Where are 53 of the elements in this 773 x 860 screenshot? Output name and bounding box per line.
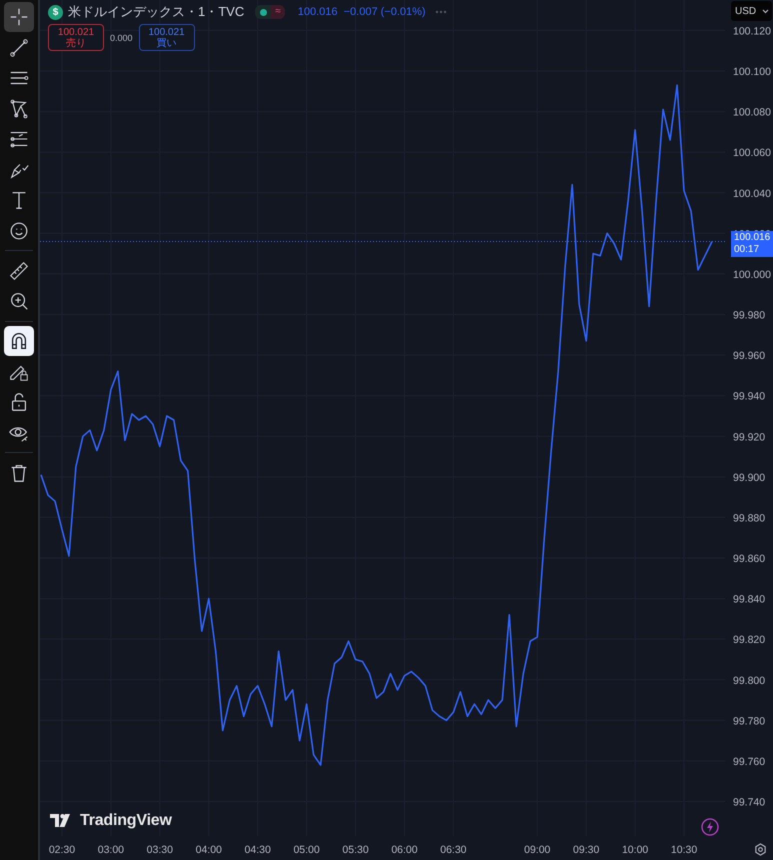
current-price-badge: 100.016 00:17 [731,231,773,258]
time-label: 09:30 [573,844,600,856]
price-label: 99.980 [733,310,766,322]
trend-line-icon [8,36,30,58]
price-label: 99.900 [733,472,766,484]
spread-value: 0.000 [110,32,133,42]
time-label: 03:30 [146,844,173,856]
time-label: 10:30 [670,844,698,856]
price-label: 100.000 [733,268,771,281]
tool-button[interactable] [4,2,34,32]
price-label: 100.100 [733,66,771,78]
delay-badge: ≈ [271,5,285,19]
symbol-badge: $ [48,4,63,20]
time-label: 04:00 [196,844,222,856]
price-label: 99.920 [733,431,766,444]
time-label: 05:30 [342,844,369,856]
buy-button[interactable]: 100.021 買い [138,24,195,51]
symbol-title[interactable]: 米ドルインデックス・1・TVC [68,3,244,21]
zoom-in-icon [8,290,30,312]
price-label: 99.940 [733,390,766,403]
price-label: 99.860 [733,553,766,565]
price-label: 99.800 [733,674,766,687]
ruler-icon [8,260,30,282]
time-label: 05:00 [293,844,320,856]
price-label: 99.760 [733,756,766,768]
price-label: 100.040 [733,188,771,200]
price-label: 99.880 [733,512,766,524]
time-label: 10:00 [622,844,648,856]
price-label: 100.080 [733,106,771,119]
price-change: 100.016 −0.007 (−0.01%) [298,6,426,18]
lightning-icon[interactable] [701,818,719,836]
price-label: 99.840 [733,594,766,606]
price-label: 99.740 [733,796,766,808]
price-label: 99.820 [733,634,766,646]
price-label: 100.060 [733,147,771,160]
caret-icon [762,8,769,14]
time-label: 02:30 [48,844,76,856]
crosshair-icon [8,6,30,28]
time-label: 09:00 [524,844,550,856]
settings-icon[interactable] [754,843,767,856]
sell-button[interactable]: 100.021 売り [48,24,104,51]
price-label: 100.120 [733,25,771,38]
price-label: 99.780 [733,715,766,728]
time-label: 04:30 [244,844,271,856]
tool-button[interactable] [4,326,34,356]
time-label: 06:30 [440,844,467,856]
brand-name: TradingView [80,812,172,830]
price-label: 99.960 [733,350,766,362]
smiley-icon [8,220,30,242]
time-label: 06:00 [391,844,418,856]
time-label: 03:00 [98,844,124,856]
currency-dropdown[interactable]: USD [731,1,772,21]
pattern-icon [8,98,30,120]
